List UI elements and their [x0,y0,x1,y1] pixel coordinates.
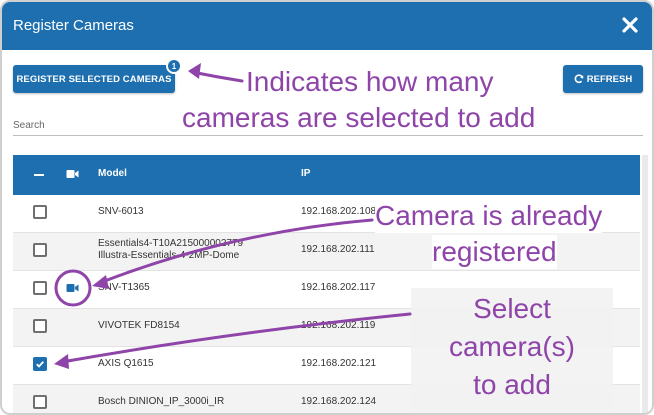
camera-model: Essentials4-T10A215000002779 Illustra-Es… [98,238,243,262]
annotation-select-line3: to add [473,369,551,400]
camera-model: Bosch DINION_IP_3000i_IR [98,396,225,407]
camera-ip: 192.168.202.117 [301,282,376,293]
refresh-button-label: REFRESH [586,73,633,85]
camera-model: VIVOTEK FD8154 [98,320,180,331]
camera-model-line1: Essentials4-T10A215000002779 [98,238,244,249]
video-camera-icon [66,170,79,178]
row-checkbox[interactable] [33,243,47,257]
camera-ip: 192.168.202.124 [301,396,377,407]
register-selected-cameras-button[interactable]: REGISTER SELECTED CAMERAS [13,65,175,93]
register-cameras-dialog: Register Cameras REGISTER SELECTED CAMER… [0,0,654,415]
refresh-icon [574,74,584,84]
close-icon[interactable] [620,15,640,35]
camera-model-line2: Illustra-Essentials-4-2MP-Dome [98,250,240,261]
annotation-registered-line1: Camera is already [375,199,603,233]
selected-count-badge: 1 [166,58,182,74]
deselect-all-icon[interactable] [33,169,45,181]
row-checkbox[interactable] [33,319,47,333]
annotation-registered-line2: registered [432,235,557,269]
camera-ip: 192.168.202.111 [301,244,375,255]
table-scrollbar[interactable] [642,155,648,413]
table-header: Model IP [13,155,640,195]
camera-model: SNV-6013 [98,206,144,217]
registered-camera-icon [66,284,79,292]
annotation-select-line2: camera(s) [448,331,575,362]
refresh-button[interactable]: REFRESH [563,65,643,93]
search-input[interactable] [13,135,643,136]
camera-model: SNV-T1365 [98,282,150,293]
annotation-select-line1: Select [473,293,551,324]
dialog-title: Register Cameras [13,17,134,34]
annotation-count-line2: cameras are selected to add [182,102,536,133]
search-label: Search [13,120,45,131]
annotation-count-line1: Indicates how many [246,66,494,97]
arrowhead-badge [188,63,201,79]
check-icon [36,361,44,368]
row-checkbox[interactable] [33,395,47,409]
column-header-ip[interactable]: IP [301,168,310,179]
camera-model: AXIS Q1615 [98,358,154,369]
register-button-label: REGISTER SELECTED CAMERAS [16,73,172,85]
column-header-model[interactable]: Model [98,168,127,179]
arrow-to-badge [190,70,244,83]
dialog-titlebar: Register Cameras [2,2,652,50]
row-checkbox[interactable] [33,357,47,371]
camera-ip: 192.168.202.119 [301,320,376,331]
camera-ip: 192.168.202.108 [301,206,377,217]
row-checkbox[interactable] [33,205,47,219]
row-checkbox[interactable] [33,281,47,295]
camera-ip: 192.168.202.121 [301,358,377,369]
